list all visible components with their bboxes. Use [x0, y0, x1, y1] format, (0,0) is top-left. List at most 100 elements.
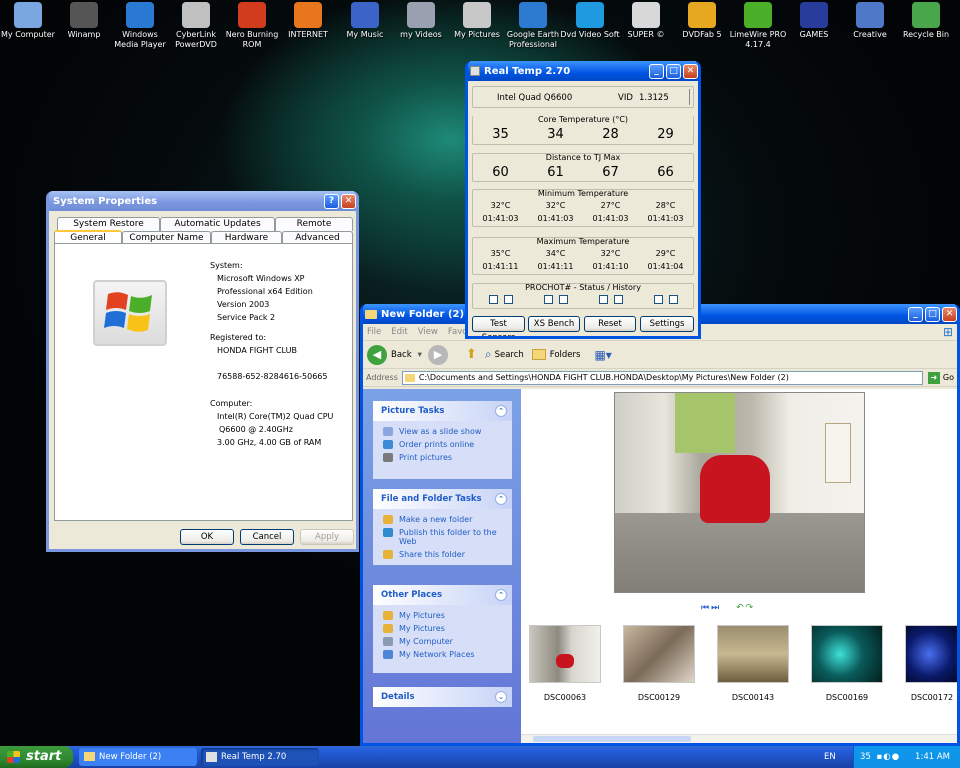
tab-remote[interactable]: Remote	[275, 217, 353, 231]
previous-image-icon[interactable]: ⏮	[701, 603, 711, 613]
prochot-history-checkbox[interactable]	[613, 295, 623, 304]
expand-chevron-icon[interactable]: ⌄	[495, 691, 507, 703]
desktop-icon[interactable]: My Computer	[0, 2, 58, 40]
prochot-history-checkbox[interactable]	[558, 295, 568, 304]
picture-tasks-header[interactable]: Picture Tasks ⌃	[373, 401, 512, 421]
tab-automatic-updates[interactable]: Automatic Updates	[160, 217, 275, 231]
prochot-history-checkbox[interactable]	[503, 295, 513, 304]
slideshow-link[interactable]: View as a slide show	[373, 425, 512, 438]
reset-button[interactable]: Reset	[584, 316, 636, 332]
thumbnail-item[interactable]: DSC00129	[620, 621, 698, 702]
help-button[interactable]: ?	[324, 193, 339, 209]
maximize-button[interactable]: □	[925, 306, 940, 322]
prochot-checkbox[interactable]	[653, 295, 663, 304]
ok-button[interactable]: OK	[180, 529, 234, 545]
explorer-window[interactable]: New Folder (2) _ □ ✕ File Edit View Favo…	[360, 304, 960, 746]
dropdown-arrow-icon[interactable]: ▾	[418, 350, 422, 360]
desktop-icon[interactable]: My Music	[335, 2, 395, 40]
folders-icon[interactable]	[531, 349, 546, 360]
close-button[interactable]: ✕	[683, 63, 698, 79]
rotate-right-icon[interactable]: ↷	[746, 603, 756, 613]
folders-button[interactable]: Folders	[550, 350, 581, 360]
collapse-chevron-icon[interactable]: ⌃	[495, 589, 507, 601]
other-places-header[interactable]: Other Places ⌃	[373, 585, 512, 605]
forward-arrow-icon[interactable]: ▶	[427, 344, 448, 365]
my-computer-link[interactable]: My Computer	[373, 635, 512, 648]
language-indicator[interactable]: EN	[824, 746, 836, 768]
prochot-checkbox[interactable]	[598, 295, 608, 304]
my-pictures-link[interactable]: My Pictures	[373, 609, 512, 622]
desktop-icon[interactable]: INTERNET	[278, 2, 338, 40]
share-folder-link[interactable]: Share this folder	[373, 548, 512, 561]
details-header[interactable]: Details ⌄	[373, 687, 512, 707]
desktop-icon[interactable]: My Pictures	[447, 2, 507, 40]
prochot-checkbox[interactable]	[488, 295, 498, 304]
prochot-checkbox[interactable]	[543, 295, 553, 304]
preview-image[interactable]	[614, 392, 865, 593]
system-properties-titlebar[interactable]: System Properties ? ✕	[49, 191, 356, 211]
thumbnail-item[interactable]: DSC00143	[714, 621, 792, 702]
thumbnail-item[interactable]: DSC00063	[526, 621, 604, 702]
go-button[interactable]: Go	[943, 373, 954, 382]
network-places-link[interactable]: My Network Places	[373, 648, 512, 661]
back-button[interactable]: Back	[391, 350, 412, 360]
desktop-icon[interactable]: Windows Media Player	[110, 2, 170, 50]
apply-button[interactable]: Apply	[300, 529, 354, 545]
menu-view[interactable]: View	[418, 327, 438, 337]
collapse-chevron-icon[interactable]: ⌃	[495, 405, 507, 417]
minimize-button[interactable]: _	[649, 63, 664, 79]
next-image-icon[interactable]: ⏭	[711, 603, 721, 613]
back-arrow-icon[interactable]: ◀	[367, 344, 387, 365]
desktop-icon[interactable]: CyberLink PowerDVD	[166, 2, 226, 50]
search-button[interactable]: Search	[495, 350, 524, 360]
system-properties-window[interactable]: System Properties ? ✕ System Restore Aut…	[46, 191, 359, 552]
desktop-icon[interactable]: Winamp	[54, 2, 114, 40]
address-input[interactable]: C:\Documents and Settings\HONDA FIGHT CL…	[401, 370, 923, 385]
taskbar-item-realtemp[interactable]: Real Temp 2.70	[201, 748, 319, 766]
search-icon[interactable]: ⌕	[485, 347, 492, 362]
new-folder-link[interactable]: Make a new folder	[373, 513, 512, 526]
horizontal-scrollbar[interactable]	[521, 734, 957, 743]
desktop-icon[interactable]: Nero Burning ROM	[222, 2, 282, 50]
my-pictures-link-2[interactable]: My Pictures	[373, 622, 512, 635]
tab-system-restore[interactable]: System Restore	[57, 217, 160, 231]
menu-file[interactable]: File	[367, 327, 381, 337]
maximize-button[interactable]: □	[666, 63, 681, 79]
desktop-icon[interactable]: Recycle Bin	[896, 2, 956, 40]
settings-button[interactable]: Settings	[640, 316, 694, 332]
xs-bench-button[interactable]: XS Bench	[528, 316, 580, 332]
realtemp-window[interactable]: Real Temp 2.70 _ □ ✕ Intel Quad Q6600 VI…	[465, 61, 701, 339]
prochot-history-checkbox[interactable]	[668, 295, 678, 304]
up-folder-icon[interactable]: ⬆	[466, 347, 477, 362]
desktop-icon[interactable]: LimeWire PRO 4.17.4	[728, 2, 788, 50]
realtemp-titlebar[interactable]: Real Temp 2.70 _ □ ✕	[468, 61, 698, 81]
desktop-icon[interactable]: my Videos	[391, 2, 451, 40]
minimize-button[interactable]: _	[908, 306, 923, 322]
taskbar-item-explorer[interactable]: New Folder (2)	[79, 748, 197, 766]
print-pictures-link[interactable]: Print pictures	[373, 451, 512, 464]
desktop-icon[interactable]: Dvd Video Soft	[560, 2, 620, 40]
rotate-left-icon[interactable]: ↶	[736, 603, 746, 613]
desktop-icon[interactable]: GAMES	[784, 2, 844, 40]
desktop-icon[interactable]: SUPER ©	[616, 2, 676, 40]
desktop-icon[interactable]: DVDFab 5	[672, 2, 732, 40]
order-prints-link[interactable]: Order prints online	[373, 438, 512, 451]
collapse-chevron-icon[interactable]: ⌃	[495, 493, 507, 505]
go-arrow-icon[interactable]: ➜	[927, 371, 940, 384]
close-button[interactable]: ✕	[942, 306, 957, 322]
desktop-icon[interactable]: Creative	[840, 2, 900, 40]
publish-web-link[interactable]: Publish this folder to the Web	[373, 526, 512, 548]
menu-edit[interactable]: Edit	[391, 327, 407, 337]
close-button[interactable]: ✕	[341, 193, 356, 209]
file-tasks-header[interactable]: File and Folder Tasks ⌃	[373, 489, 512, 509]
thumbnail-item[interactable]: DSC00169	[808, 621, 886, 702]
tray-icons[interactable]: ▪◐●	[877, 752, 901, 762]
tray-temperature[interactable]: 35	[860, 752, 871, 762]
views-icon[interactable]: ▦▾	[594, 348, 611, 362]
clock[interactable]: 1:41 AM	[915, 746, 950, 768]
cancel-button[interactable]: Cancel	[240, 529, 294, 545]
desktop-icon[interactable]: Google Earth Professional	[503, 2, 563, 50]
test-sensors-button[interactable]: Test Sensors	[472, 316, 525, 336]
thumbnail-item[interactable]: DSC00172	[902, 621, 957, 702]
start-button[interactable]: start	[0, 746, 73, 768]
